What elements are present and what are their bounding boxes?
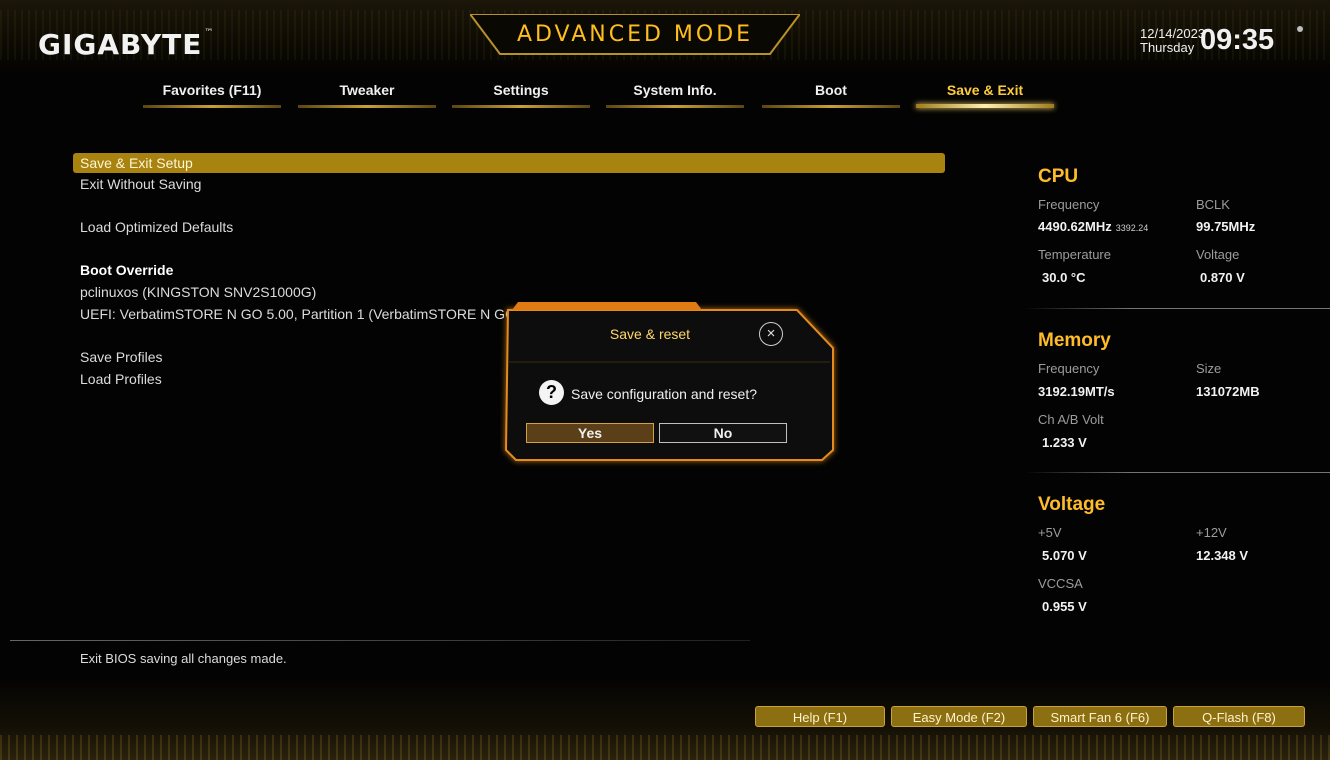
smart-fan-button[interactable]: Smart Fan 6 (F6) xyxy=(1033,706,1167,727)
tab-favorites[interactable]: Favorites (F11) xyxy=(137,80,287,108)
help-text: Exit BIOS saving all changes made. xyxy=(80,651,287,666)
indicator-dot xyxy=(1297,26,1303,32)
dialog-message: Save configuration and reset? xyxy=(571,386,758,402)
memory-chab-label: Ch A/B Volt xyxy=(1038,412,1104,427)
tab-label: Favorites (F11) xyxy=(162,82,262,98)
logo-text: GIGABYTE xyxy=(38,28,203,61)
voltage-5v-label: +5V xyxy=(1038,525,1062,540)
tab-label: Tweaker xyxy=(339,82,395,98)
no-button[interactable]: No xyxy=(659,423,787,443)
tab-tweaker[interactable]: Tweaker xyxy=(292,80,442,108)
voltage-12v-value: 12.348 V xyxy=(1196,548,1249,563)
tab-label: Boot xyxy=(815,82,847,98)
easy-mode-button[interactable]: Easy Mode (F2) xyxy=(891,706,1027,727)
yes-button[interactable]: Yes xyxy=(526,423,654,443)
tab-save-exit[interactable]: Save & Exit xyxy=(910,80,1060,108)
tab-settings[interactable]: Settings xyxy=(446,80,596,108)
memory-frequency-label: Frequency xyxy=(1038,361,1100,376)
gigabyte-logo: GIGABYTE ™ xyxy=(38,28,214,61)
tab-underline xyxy=(916,104,1054,108)
tab-underline xyxy=(762,105,900,108)
tab-system-info[interactable]: System Info. xyxy=(600,80,750,108)
voltage-12v-label: +12V xyxy=(1196,525,1227,540)
memory-size-value: 131072MB xyxy=(1196,384,1260,399)
cpu-voltage-value: 0.870 V xyxy=(1200,270,1245,285)
date-text: 12/14/2023 xyxy=(1140,26,1206,41)
cpu-bclk-value: 99.75MHz xyxy=(1196,219,1256,234)
cpu-title: CPU xyxy=(1038,166,1079,187)
cpu-temperature-label: Temperature xyxy=(1038,247,1111,262)
time-text: 09:35 xyxy=(1200,24,1275,56)
tab-label: Settings xyxy=(493,82,549,98)
voltage-vccsa-label: VCCSA xyxy=(1038,576,1083,591)
boot-entry-pclinuxos[interactable]: pclinuxos (KINGSTON SNV2S1000G) xyxy=(80,284,316,300)
day-text: Thursday xyxy=(1140,40,1195,55)
tab-label: System Info. xyxy=(633,82,717,98)
memory-size-label: Size xyxy=(1196,361,1222,376)
menu-load-profiles[interactable]: Load Profiles xyxy=(80,371,162,387)
cpu-voltage-label: Voltage xyxy=(1196,247,1240,262)
help-divider xyxy=(10,640,750,641)
close-icon[interactable]: × xyxy=(759,322,783,346)
tab-underline xyxy=(452,105,590,108)
cpu-frequency-main: 4490.62MHz xyxy=(1038,219,1112,234)
voltage-vccsa-value: 0.955 V xyxy=(1042,599,1087,614)
mode-title: ADVANCED MODE xyxy=(516,22,754,47)
cpu-frequency-label: Frequency xyxy=(1038,197,1100,212)
memory-title: Memory xyxy=(1038,330,1111,351)
menu-save-profiles[interactable]: Save Profiles xyxy=(80,349,162,365)
boot-entry-uefi-usb[interactable]: UEFI: VerbatimSTORE N GO 5.00, Partition… xyxy=(80,306,552,322)
dialog-title: Save & reset xyxy=(609,326,691,342)
memory-frequency-value: 3192.19MT/s xyxy=(1038,384,1115,399)
cpu-bclk-label: BCLK xyxy=(1196,197,1230,212)
cpu-frequency-value: 4490.62MHz 3392.24 xyxy=(1038,219,1148,234)
help-button[interactable]: Help (F1) xyxy=(755,706,885,727)
tab-label: Save & Exit xyxy=(946,82,1024,98)
voltage-title: Voltage xyxy=(1038,494,1106,515)
memory-chab-value: 1.233 V xyxy=(1042,435,1087,450)
footer-decoration xyxy=(0,735,1330,760)
q-flash-button[interactable]: Q-Flash (F8) xyxy=(1173,706,1305,727)
logo-trademark: ™ xyxy=(204,28,215,38)
tab-boot[interactable]: Boot xyxy=(756,80,906,108)
voltage-5v-value: 5.070 V xyxy=(1042,548,1087,563)
bios-screen: GIGABYTE ™ ADVANCED MODE 12/14/2023 Thurs… xyxy=(0,0,1330,760)
boot-override-header: Boot Override xyxy=(80,262,174,278)
panel-divider xyxy=(1024,472,1330,473)
panel-divider xyxy=(1024,308,1330,309)
tab-underline xyxy=(606,105,744,108)
menu-exit-without-saving[interactable]: Exit Without Saving xyxy=(80,176,201,192)
menu-save-exit-setup[interactable]: Save & Exit Setup xyxy=(73,153,945,173)
question-icon: ? xyxy=(539,380,564,405)
tab-underline xyxy=(143,105,281,108)
tab-underline xyxy=(298,105,436,108)
cpu-temperature-value: 30.0 °C xyxy=(1042,270,1086,285)
menu-load-optimized-defaults[interactable]: Load Optimized Defaults xyxy=(80,219,233,235)
cpu-frequency-sub: 3392.24 xyxy=(1115,223,1149,233)
